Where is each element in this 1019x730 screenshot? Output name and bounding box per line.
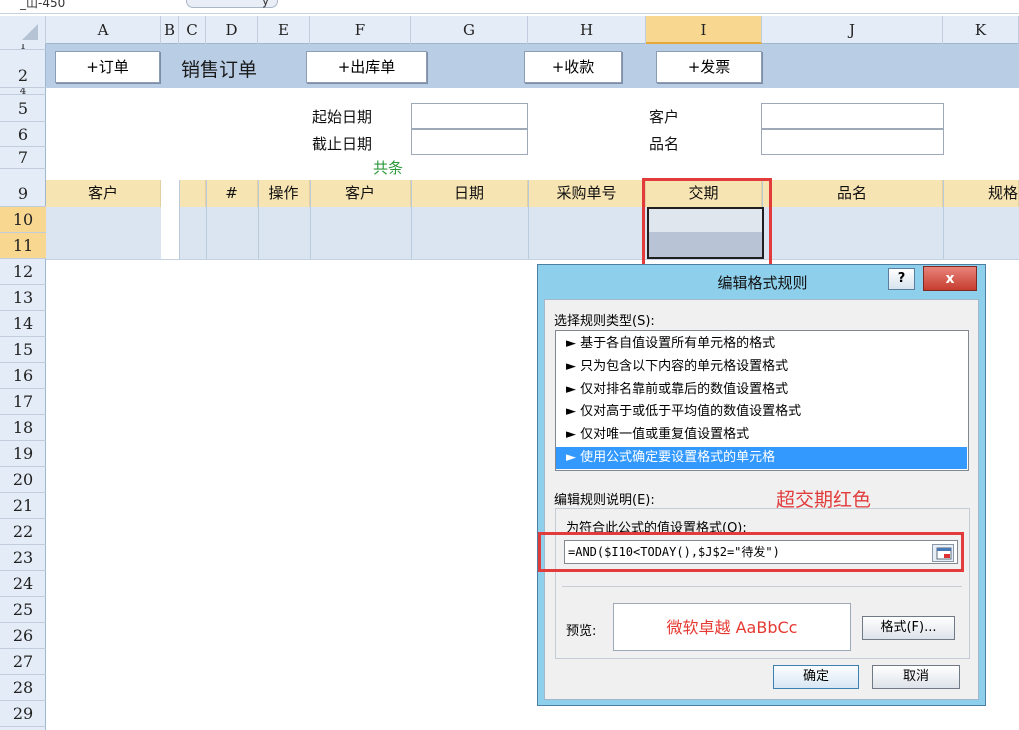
grid-line (528, 180, 529, 259)
column-header-i[interactable]: I (646, 16, 762, 44)
add-invoice-button[interactable]: +发票 (656, 51, 762, 83)
add-order-button[interactable]: +订单 (55, 51, 160, 83)
preview-label: 预览: (566, 624, 597, 639)
row-header-22[interactable]: 22 (0, 519, 46, 545)
grid-line (943, 180, 944, 259)
add-receipt-button[interactable]: +收款 (524, 51, 622, 83)
column-header-f[interactable]: F (310, 16, 411, 44)
name-box[interactable]: _山-450 (20, 0, 65, 11)
formula-bar-text: y (262, 0, 270, 8)
grid-line (310, 180, 311, 259)
row-header-20[interactable]: 20 (0, 467, 46, 493)
rule-type-item[interactable]: ► 基于各自值设置所有单元格的格式 (556, 333, 967, 355)
formula-highlight-box (538, 532, 964, 572)
table-row[interactable] (46, 207, 1019, 234)
rule-type-item[interactable]: ► 仅对排名靠前或靠后的数值设置格式 (556, 379, 967, 401)
column-header-b[interactable]: B (161, 16, 179, 44)
column-b-gap (161, 207, 179, 259)
column-header-a[interactable]: A (46, 16, 161, 44)
row-header-23[interactable]: 23 (0, 545, 46, 571)
row-header-bar: 1 2 4 5 6 7 9 10 11 12 13 14 15 16 17 18… (0, 44, 46, 730)
start-date-label: 起始日期 (312, 108, 373, 126)
row-header-4[interactable]: 4 (0, 88, 46, 95)
column-header-e[interactable]: E (258, 16, 310, 44)
row-header-9[interactable]: 9 (0, 169, 46, 207)
separator (562, 586, 962, 587)
row-header-28[interactable]: 28 (0, 675, 46, 701)
row-header-19[interactable]: 19 (0, 441, 46, 467)
end-date-label: 截止日期 (312, 135, 373, 153)
row-header-25[interactable]: 25 (0, 597, 46, 623)
header-num: # (206, 180, 258, 207)
header-po-number: 采购单号 (528, 180, 646, 207)
column-header-bar: A B C D E F G H I J K (0, 16, 1019, 44)
select-all-triangle-icon (22, 24, 38, 40)
grid-line (258, 180, 259, 259)
preview-box: 微软卓越 AaBbCc (613, 603, 851, 651)
customer-filter-label: 客户 (649, 108, 680, 126)
due-date-highlight-box (642, 178, 772, 269)
dialog-title: 编辑格式规则 (717, 274, 808, 292)
rule-type-item[interactable]: ► 只为包含以下内容的单元格设置格式 (556, 356, 967, 378)
row-header-12[interactable]: 12 (0, 259, 46, 285)
add-outbound-button[interactable]: +出库单 (306, 51, 427, 83)
column-header-d[interactable]: D (206, 16, 258, 44)
header-product: 品名 (762, 180, 943, 207)
header-date: 日期 (411, 180, 528, 207)
row-header-10[interactable]: 10 (0, 207, 46, 233)
table-row[interactable] (46, 233, 1019, 260)
column-header-j[interactable]: J (762, 16, 943, 44)
start-date-input[interactable] (411, 103, 528, 129)
format-button[interactable]: 格式(F)... (862, 616, 955, 640)
grid-line (411, 180, 412, 259)
column-header-g[interactable]: G (411, 16, 528, 44)
row-header-14[interactable]: 14 (0, 311, 46, 337)
row-header-2[interactable]: 2 (0, 50, 46, 88)
product-filter-input[interactable] (761, 129, 944, 155)
end-date-input[interactable] (411, 129, 528, 155)
header-customer-left: 客户 (46, 180, 161, 207)
row-header-15[interactable]: 15 (0, 337, 46, 363)
header-spec: 规格 (943, 180, 1019, 207)
rule-type-item[interactable]: ► 仅对唯一值或重复值设置格式 (556, 424, 967, 446)
row-header-5[interactable]: 5 (0, 95, 46, 122)
cancel-button[interactable]: 取消 (872, 665, 960, 689)
rule-description-label: 编辑规则说明(E): (554, 493, 655, 508)
formula-bar-strip (0, 0, 1019, 14)
row-header-11[interactable]: 11 (0, 233, 46, 259)
header-customer: 客户 (310, 180, 411, 207)
row-header-21[interactable]: 21 (0, 493, 46, 519)
grid-line (206, 180, 207, 259)
rule-type-item[interactable]: ► 仅对高于或低于平均值的数值设置格式 (556, 401, 967, 423)
product-filter-label: 品名 (649, 135, 680, 153)
rule-type-item-selected[interactable]: ► 使用公式确定要设置格式的单元格 (556, 447, 967, 469)
row-header-6[interactable]: 6 (0, 122, 46, 147)
customer-filter-input[interactable] (761, 103, 944, 129)
column-header-c[interactable]: C (179, 16, 206, 44)
row-header-26[interactable]: 26 (0, 623, 46, 649)
header-blank (179, 180, 206, 207)
row-header-16[interactable]: 16 (0, 363, 46, 389)
record-count: 共条 (373, 159, 404, 177)
column-header-k[interactable]: K (943, 16, 1019, 44)
page-title: 销售订单 (181, 59, 258, 81)
column-header-h[interactable]: H (528, 16, 646, 44)
grid-line (179, 180, 180, 259)
row-header-29[interactable]: 29 (0, 701, 46, 727)
row-header-27[interactable]: 27 (0, 649, 46, 675)
close-button[interactable]: x (923, 266, 977, 291)
header-action: 操作 (258, 180, 310, 207)
row-header-18[interactable]: 18 (0, 415, 46, 441)
row-header-7[interactable]: 7 (0, 147, 46, 169)
rule-type-label: 选择规则类型(S): (554, 314, 655, 329)
row-header-17[interactable]: 17 (0, 389, 46, 415)
row-header-24[interactable]: 24 (0, 571, 46, 597)
help-button[interactable]: ? (888, 268, 915, 290)
ok-button[interactable]: 确定 (773, 665, 859, 689)
row-header-13[interactable]: 13 (0, 285, 46, 311)
